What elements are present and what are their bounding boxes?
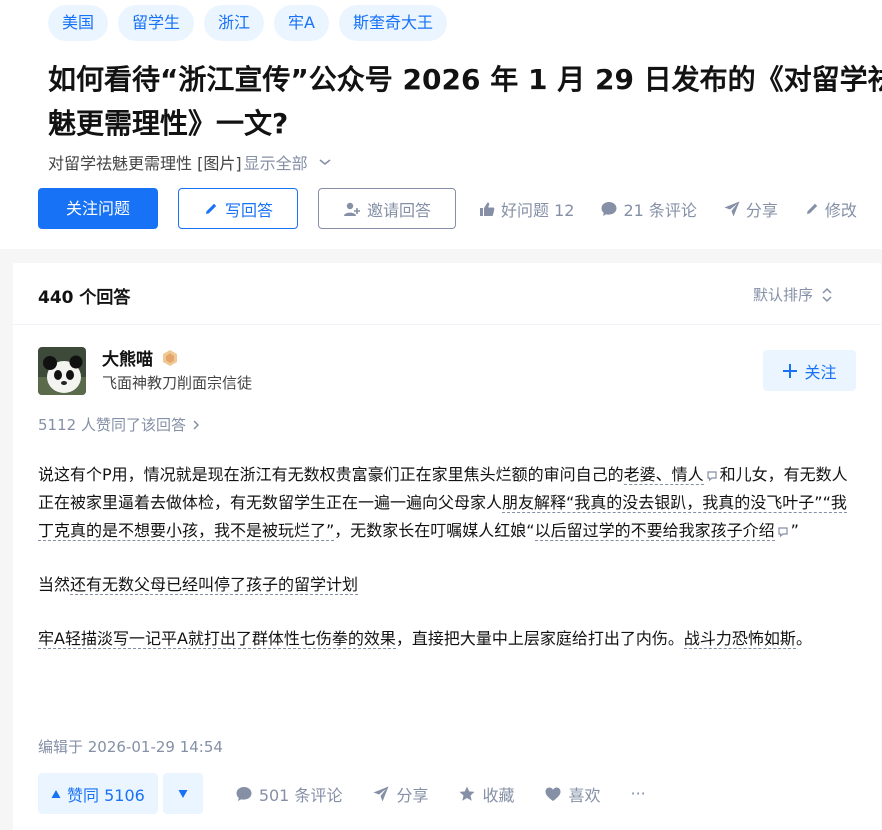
star-icon xyxy=(459,786,475,801)
answer-text: ，直接把大量中上层家庭给打出了内伤。 xyxy=(395,629,684,648)
show-all-link[interactable]: 显示全部 xyxy=(244,150,308,174)
topic-tags: 美国 留学生 浙江 牢A 斯奎奇大王 xyxy=(48,5,448,41)
answer-underlined-text[interactable]: 战斗力恐怖如斯 xyxy=(683,629,796,649)
share-question-label: 分享 xyxy=(745,200,778,220)
share-answer-button[interactable]: 分享 xyxy=(372,782,428,806)
more-button[interactable]: ··· xyxy=(631,784,646,803)
good-question-label: 好问题 12 xyxy=(501,200,575,220)
question-actions: 关注问题 写回答 邀请回答 好问题 12 21 条评论 分享 修改 xyxy=(38,188,857,229)
answer-paragraph: 牢A轻描淡写一记平A就打出了群体性七伤拳的效果，直接把大量中上层家庭给打出了内伤… xyxy=(38,625,853,653)
answer-text: ，无数家长在叮嘱媒人红娘“ xyxy=(334,521,535,540)
question-title: 如何看待“浙江宣传”公众号 2026 年 1 月 29 日发布的《对留学祛 魅更… xyxy=(48,58,882,146)
plus-icon xyxy=(783,363,798,378)
upvote-summary-text: 5112 人赞同了该回答 xyxy=(38,416,186,434)
follow-question-button[interactable]: 关注问题 xyxy=(38,188,158,229)
question-description: 对留学祛魅更需理性 [图片] 显示全部 xyxy=(48,150,332,174)
follow-author-button[interactable]: 关注 xyxy=(763,350,856,391)
good-question-button[interactable]: 好问题 12 xyxy=(478,197,574,221)
topic-tag[interactable]: 留学生 xyxy=(118,5,195,41)
share-icon xyxy=(724,201,740,216)
question-description-text: 对留学祛魅更需理性 [图片] xyxy=(48,154,242,173)
answer-count: 440 个回答 xyxy=(38,288,131,308)
author-info: 大熊喵 xyxy=(102,345,179,370)
comment-icon[interactable] xyxy=(777,526,789,538)
answer-paragraph: 说这有个P用，情况就是现在浙江有无数权贵富豪们正在家里焦头烂额的审问自己的老婆、… xyxy=(38,461,853,545)
sort-dropdown[interactable]: 默认排序 xyxy=(753,284,833,305)
author-name[interactable]: 大熊喵 xyxy=(102,345,153,370)
answer-actions: 赞同 5106 501 条评论 分享 收藏 喜欢 ··· xyxy=(38,773,646,814)
collect-button[interactable]: 收藏 xyxy=(458,782,514,806)
panda-avatar-image xyxy=(38,347,86,395)
upvote-button[interactable]: 赞同 5106 xyxy=(38,773,158,814)
upvote-summary[interactable]: 5112 人赞同了该回答 xyxy=(38,414,200,435)
question-comments-button[interactable]: 21 条评论 xyxy=(600,197,697,221)
answers-card: 440 个回答 默认排序 大熊喵 飞面神教刀削面宗信徒 关注 5112 人赞同了… xyxy=(13,263,881,830)
answer-text: ” xyxy=(790,521,799,540)
pencil-icon xyxy=(205,203,217,214)
collect-label: 收藏 xyxy=(482,785,515,805)
comment-icon xyxy=(236,786,252,801)
upvote-label: 赞同 5106 xyxy=(67,785,145,805)
more-label: ··· xyxy=(630,784,646,803)
answer-comments-button[interactable]: 501 条评论 xyxy=(235,782,343,806)
comment-icon[interactable] xyxy=(706,470,718,482)
share-question-button[interactable]: 分享 xyxy=(723,197,778,221)
answer-paragraph: 当然还有无数父母已经叫停了孩子的留学计划 xyxy=(38,571,853,599)
answer-text: 说这有个P用，情况就是现在浙江有无数权贵富豪们正在家里焦头烂额的审问自己的 xyxy=(38,465,624,484)
edit-question-label: 修改 xyxy=(824,200,857,220)
write-answer-button[interactable]: 写回答 xyxy=(178,188,298,229)
heart-icon xyxy=(545,787,561,801)
topic-tag[interactable]: 牢A xyxy=(274,5,329,41)
answer-text: 当然 xyxy=(38,575,71,594)
invite-answer-label: 邀请回答 xyxy=(366,200,431,220)
add-user-icon xyxy=(343,202,360,216)
share-answer-label: 分享 xyxy=(396,785,429,805)
like-label: 喜欢 xyxy=(568,785,601,805)
author-bio: 飞面神教刀削面宗信徒 xyxy=(102,374,253,392)
answer-text: 。 xyxy=(795,629,812,648)
thumbs-up-icon xyxy=(480,202,495,216)
topic-tag[interactable]: 美国 xyxy=(48,5,109,41)
question-title-line1: 如何看待“浙江宣传”公众号 2026 年 1 月 29 日发布的《对留学祛 xyxy=(48,63,882,96)
pencil-icon xyxy=(806,203,818,214)
like-button[interactable]: 喜欢 xyxy=(544,782,601,806)
chevron-down-icon[interactable] xyxy=(318,157,332,167)
triangle-up-icon xyxy=(51,789,61,798)
follow-author-label: 关注 xyxy=(804,362,837,382)
avatar[interactable] xyxy=(38,347,86,395)
question-comments-label: 21 条评论 xyxy=(623,200,697,220)
edit-question-button[interactable]: 修改 xyxy=(804,197,857,221)
comment-icon xyxy=(601,201,617,216)
sort-label: 默认排序 xyxy=(753,286,814,304)
question-title-line2: 魅更需理性》一文? xyxy=(48,107,289,140)
answer-underlined-text[interactable]: 老婆、情人 xyxy=(623,465,704,485)
answer-underlined-text[interactable]: 牢A轻描淡写一记平A就打出了群体性七伤拳的效果 xyxy=(38,629,396,649)
answer-underlined-text[interactable]: 以后留过学的不要给我家孩子介绍 xyxy=(534,521,775,541)
answers-header: 440 个回答 默认排序 xyxy=(13,263,881,325)
badge-icon xyxy=(163,349,177,366)
topic-tag[interactable]: 斯奎奇大王 xyxy=(339,5,448,41)
downvote-button[interactable] xyxy=(162,773,203,814)
question-header: 美国 留学生 浙江 牢A 斯奎奇大王 如何看待“浙江宣传”公众号 2026 年 … xyxy=(0,0,882,249)
write-answer-label: 写回答 xyxy=(224,200,273,220)
sort-chevron-icon xyxy=(822,287,832,302)
share-icon xyxy=(373,786,389,801)
edited-timestamp[interactable]: 编辑于 2026-01-29 14:54 xyxy=(38,736,223,757)
invite-answer-button[interactable]: 邀请回答 xyxy=(318,188,456,229)
chevron-right-icon xyxy=(193,419,200,430)
answer-underlined-text[interactable]: 还有无数父母已经叫停了孩子的留学计划 xyxy=(70,575,359,595)
triangle-down-icon xyxy=(178,789,188,798)
topic-tag[interactable]: 浙江 xyxy=(204,5,265,41)
answer-content: 说这有个P用，情况就是现在浙江有无数权贵富豪们正在家里焦头烂额的审问自己的老婆、… xyxy=(38,461,853,679)
answer-comments-label: 501 条评论 xyxy=(258,785,343,805)
